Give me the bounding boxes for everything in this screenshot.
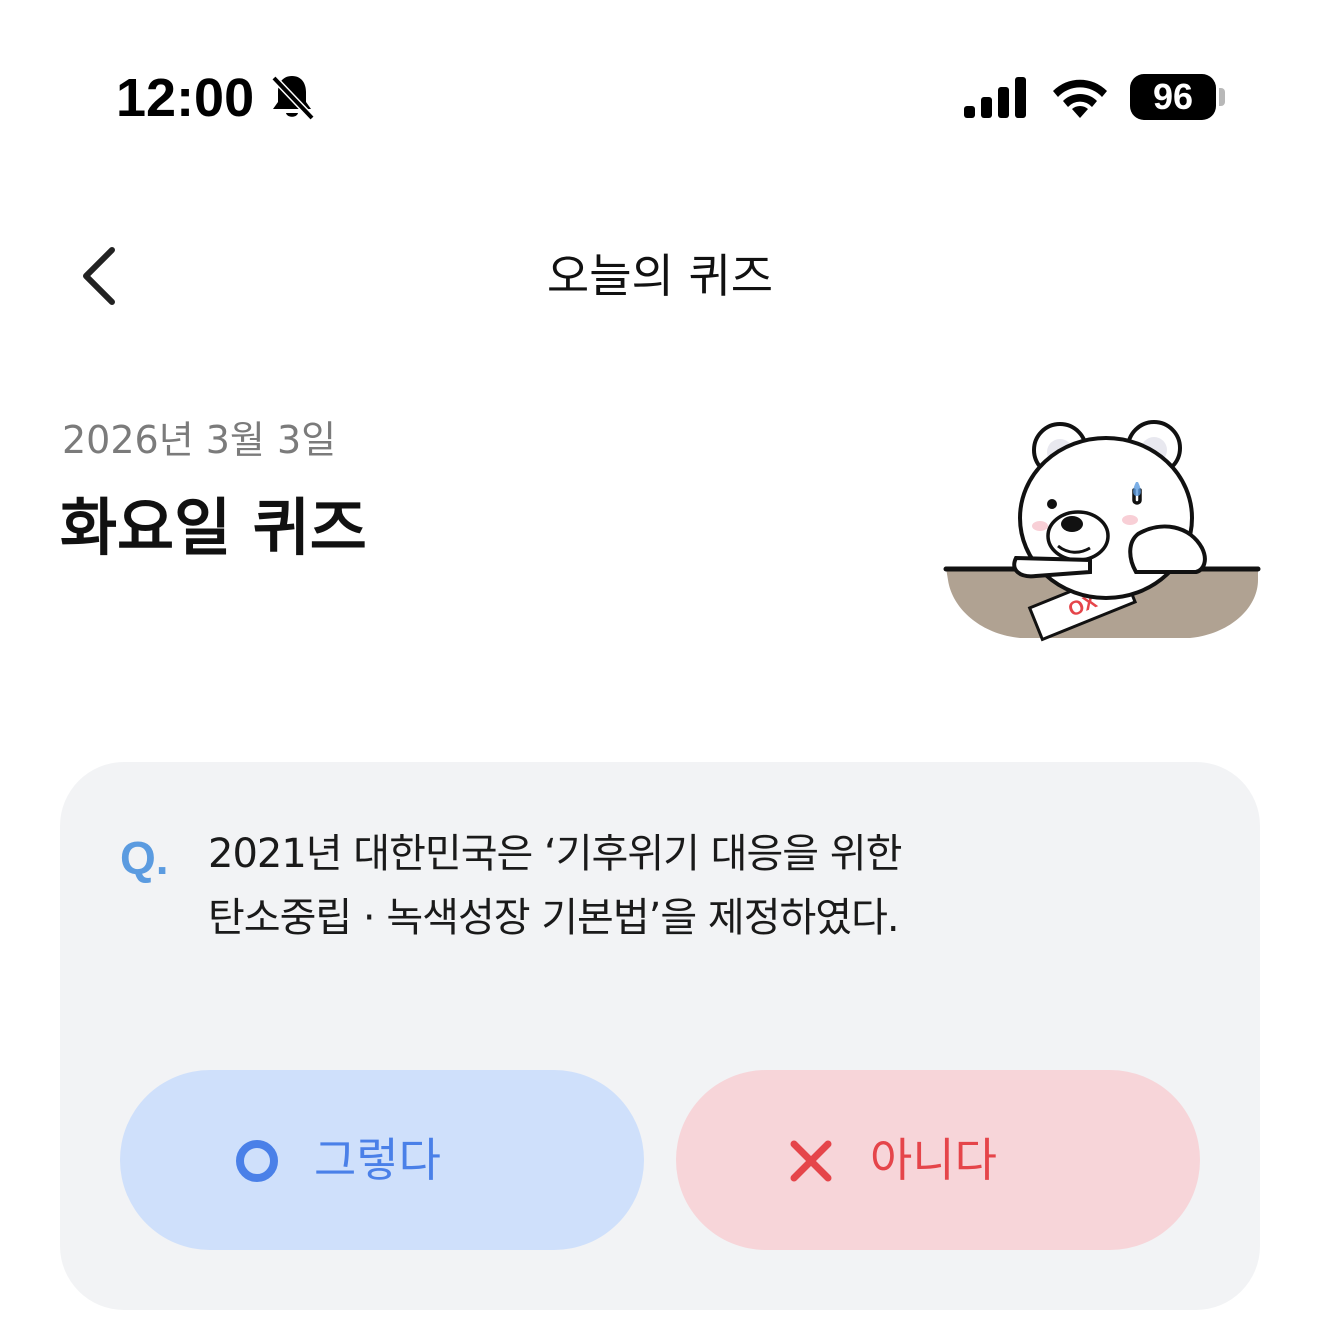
signal-icon — [964, 77, 1026, 118]
status-bar: 12:00 96 — [0, 0, 1320, 200]
chevron-left-icon — [83, 247, 115, 305]
wifi-icon — [1053, 79, 1107, 118]
battery-icon: 96 — [1130, 74, 1216, 120]
quiz-date: 2026년 3월 3일 — [62, 418, 337, 462]
back-button[interactable] — [66, 236, 136, 316]
circle-o-icon — [236, 1140, 278, 1182]
question-line-2: 탄소중립 · 녹색성장 기본법’을 제정하였다. — [208, 895, 900, 941]
quiz-title: 화요일 퀴즈 — [60, 491, 367, 564]
answer-yes-label: 그렇다 — [314, 1133, 441, 1187]
bear-illustration: OX — [943, 420, 1261, 642]
battery-cap — [1219, 88, 1225, 106]
question-prefix: Q. — [120, 832, 169, 884]
battery-level: 96 — [1152, 76, 1194, 117]
question-text: 2021년 대한민국은 ‘기후위기 대응을 위한 탄소중립 · 녹색성장 기본법… — [208, 822, 1028, 950]
answer-yes-button[interactable]: 그렇다 — [120, 1070, 644, 1250]
answer-no-button[interactable]: 아니다 — [676, 1070, 1200, 1250]
status-time: 12:00 — [116, 68, 255, 128]
answer-no-label: 아니다 — [870, 1133, 997, 1187]
x-mark-icon — [790, 1140, 832, 1182]
bell-off-icon — [271, 75, 315, 121]
question-line-1: 2021년 대한민국은 ‘기후위기 대응을 위한 — [208, 831, 902, 877]
page-title: 오늘의 퀴즈 — [546, 249, 774, 303]
